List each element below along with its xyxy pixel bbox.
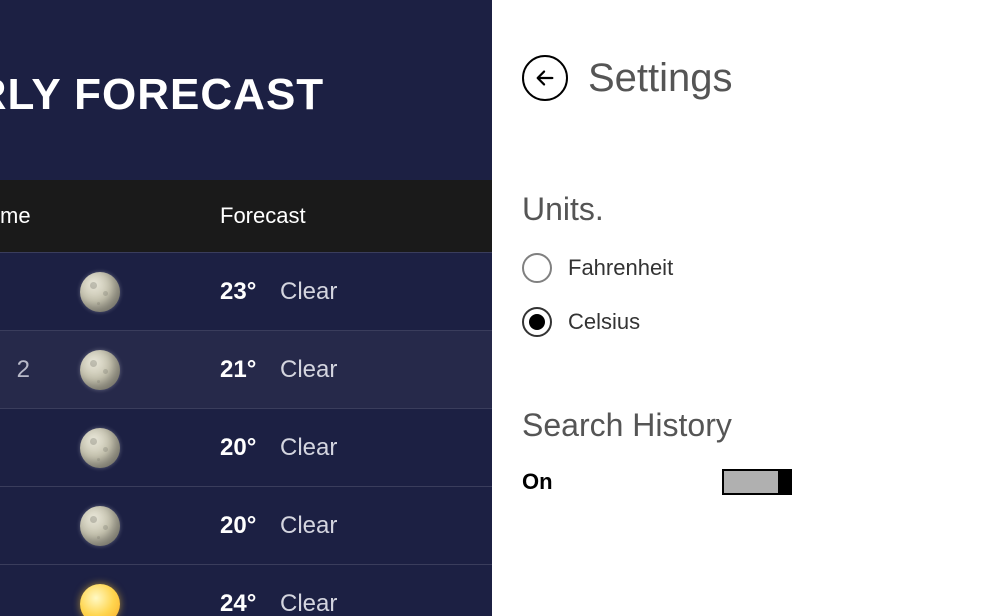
units-option-fahrenheit[interactable]: Fahrenheit: [522, 253, 984, 283]
forecast-time: 2: [0, 356, 30, 384]
moon-icon: [80, 428, 120, 468]
forecast-panel: URLY FORECAST me Forecast 23°Clear221°Cl…: [0, 0, 492, 616]
forecast-icon-cell: [30, 272, 170, 312]
units-option-celsius[interactable]: Celsius: [522, 307, 984, 337]
forecast-icon-cell: [30, 506, 170, 546]
sun-icon: [80, 584, 120, 616]
column-time-header: me: [0, 203, 30, 229]
forecast-icon-cell: [30, 428, 170, 468]
forecast-temp: 24°: [170, 590, 270, 616]
radio-label: Celsius: [568, 309, 640, 335]
forecast-row[interactable]: 20°Clear: [0, 408, 492, 486]
search-history-section-label: Search History: [522, 407, 984, 444]
forecast-condition: Clear: [270, 278, 492, 306]
forecast-icon-cell: [30, 584, 170, 616]
forecast-row[interactable]: 20°Clear: [0, 486, 492, 564]
forecast-temp: 20°: [170, 512, 270, 540]
forecast-temp: 23°: [170, 278, 270, 306]
arrow-left-icon: [534, 67, 556, 89]
moon-icon: [80, 272, 120, 312]
units-section-label: Units.: [522, 191, 984, 228]
forecast-row[interactable]: 24°Clear: [0, 564, 492, 616]
forecast-temp: 20°: [170, 434, 270, 462]
forecast-condition: Clear: [270, 434, 492, 462]
radio-button: [522, 307, 552, 337]
forecast-temp: 21°: [170, 356, 270, 384]
settings-header: Settings: [522, 55, 984, 101]
radio-label: Fahrenheit: [568, 255, 673, 281]
search-history-toggle[interactable]: [722, 469, 792, 495]
forecast-table-header: me Forecast: [0, 180, 492, 252]
radio-dot-icon: [529, 314, 545, 330]
forecast-table-body: 23°Clear221°Clear20°Clear20°Clear24°Clea…: [0, 252, 492, 616]
radio-button: [522, 253, 552, 283]
toggle-handle: [778, 469, 792, 495]
search-history-state: On: [522, 469, 553, 495]
settings-title: Settings: [588, 56, 733, 101]
column-forecast-header: Forecast: [170, 203, 492, 229]
back-button[interactable]: [522, 55, 568, 101]
units-radio-group: Fahrenheit Celsius: [522, 253, 984, 337]
forecast-condition: Clear: [270, 590, 492, 616]
moon-icon: [80, 506, 120, 546]
forecast-row[interactable]: 23°Clear: [0, 252, 492, 330]
forecast-row[interactable]: 2 21°Clear: [0, 330, 492, 408]
forecast-condition: Clear: [270, 512, 492, 540]
forecast-title: URLY FORECAST: [0, 70, 492, 120]
search-history-toggle-row: On: [522, 469, 792, 495]
forecast-icon-cell: [30, 350, 170, 390]
moon-icon: [80, 350, 120, 390]
settings-panel: Settings Units. Fahrenheit Celsius Search…: [492, 0, 984, 616]
forecast-condition: Clear: [270, 356, 492, 384]
